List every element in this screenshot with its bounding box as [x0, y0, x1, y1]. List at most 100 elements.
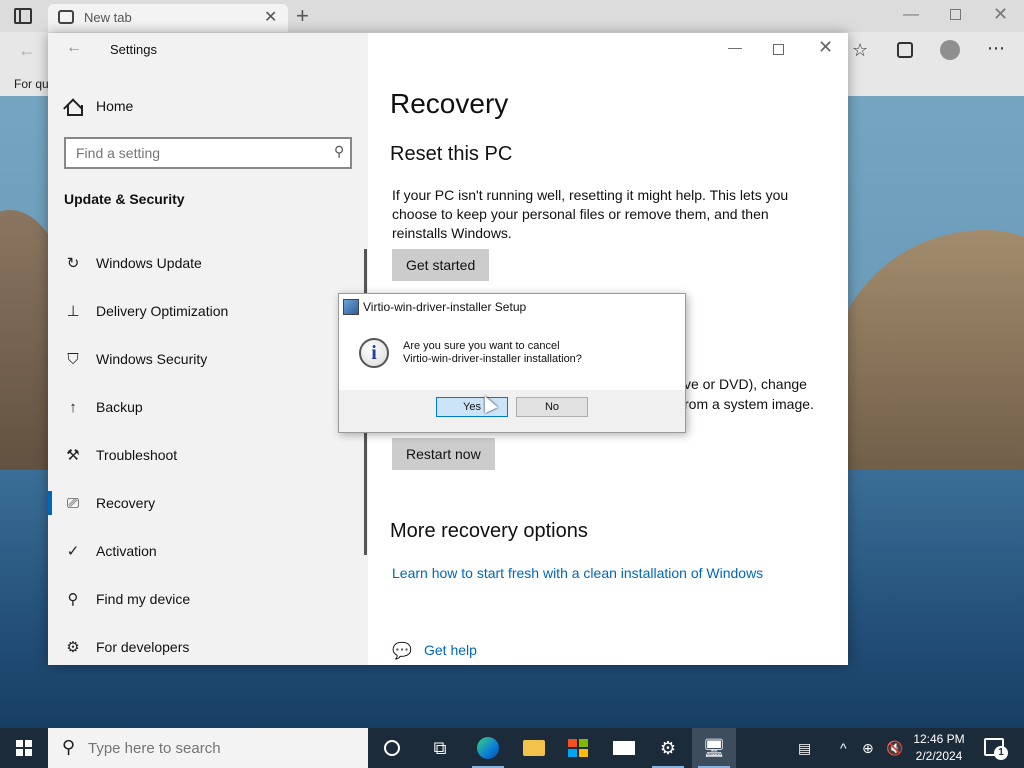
collections-icon[interactable]: [897, 42, 913, 58]
store-pane: [568, 749, 577, 757]
sidebar-item-delivery-optimization[interactable]: ⊥ Delivery Optimization: [48, 287, 368, 335]
system-clock[interactable]: 12:46 PM 2/2/2024: [908, 731, 970, 765]
dialog-titlebar: Virtio-win-driver-installer Setup: [339, 294, 685, 320]
sidebar-item-find-my-device[interactable]: ⚲ Find my device: [48, 575, 368, 623]
browser-minimize-icon[interactable]: —: [903, 6, 919, 24]
settings-minimize-icon[interactable]: —: [728, 39, 742, 55]
edge-icon: [477, 737, 499, 759]
taskbar-installer[interactable]: 🖥: [692, 728, 736, 768]
news-widget-icon[interactable]: ▤: [798, 728, 811, 768]
get-started-button[interactable]: Get started: [392, 249, 490, 281]
folder-icon: [523, 740, 545, 756]
store-pane: [579, 749, 588, 757]
check-circle-icon: ✓: [66, 543, 80, 560]
sidebar-item-label: Activation: [96, 543, 157, 559]
windows-logo-pane: [16, 740, 23, 747]
back-arrow-icon[interactable]: ←: [66, 39, 82, 57]
show-hidden-icons-chevron-icon[interactable]: ^: [840, 728, 847, 768]
profile-avatar[interactable]: [940, 40, 960, 60]
taskbar-search-input[interactable]: [88, 736, 358, 760]
tab-page-icon: [58, 10, 74, 24]
advanced-startup-text-fragment-1: ve or DVD), change: [684, 376, 807, 392]
gear-icon: ⚙: [659, 737, 677, 758]
sidebar-item-label: Windows Security: [96, 351, 208, 367]
browser-back-icon[interactable]: ←: [18, 40, 36, 61]
sidebar-item-label: Delivery Optimization: [96, 303, 229, 319]
taskbar-mail[interactable]: [602, 728, 646, 768]
sidebar-item-windows-update[interactable]: ↻ Windows Update: [48, 239, 368, 287]
sidebar-item-label: Backup: [96, 399, 143, 415]
find-setting-input[interactable]: [66, 139, 316, 167]
task-view-button[interactable]: ⧉: [418, 728, 462, 768]
favorites-bar-text: For qu: [14, 77, 49, 91]
developer-icon: ⚙: [66, 639, 80, 656]
fresh-start-link[interactable]: Learn how to start fresh with a clean in…: [392, 565, 763, 581]
settings-close-icon[interactable]: ✕: [818, 37, 833, 58]
windows-logo-pane: [25, 740, 32, 747]
section-title: Update & Security: [64, 191, 185, 207]
volume-muted-icon[interactable]: 🔇: [886, 728, 903, 768]
sidebar-item-label: Windows Update: [96, 255, 202, 271]
clock-time: 12:46 PM: [913, 732, 965, 746]
sidebar-item-label: Troubleshoot: [96, 447, 178, 463]
favorite-star-icon[interactable]: ☆: [852, 40, 868, 61]
installer-icon: 🖥: [702, 737, 726, 758]
app-title: Settings: [110, 42, 157, 57]
get-help-icon: 💬: [392, 643, 412, 660]
sidebar-item-recovery[interactable]: ⎚ Recovery: [48, 479, 368, 527]
home-label: Home: [96, 98, 134, 114]
network-icon[interactable]: ⊕: [862, 728, 874, 768]
tab-actions-icon[interactable]: [14, 8, 32, 24]
taskbar-settings[interactable]: ⚙: [646, 728, 690, 768]
sidebar-item-for-developers[interactable]: ⚙ For developers: [48, 623, 368, 665]
restart-now-button[interactable]: Restart now: [392, 438, 495, 470]
clock-date: 2/2/2024: [915, 749, 963, 763]
taskbar-file-explorer[interactable]: [512, 728, 556, 768]
store-icon: [568, 739, 588, 757]
new-tab-icon[interactable]: +: [296, 3, 309, 29]
dialog-message-line-1: Are you sure you want to cancel: [403, 340, 560, 352]
reset-heading: Reset this PC: [390, 143, 513, 165]
settings-maximize-icon[interactable]: [773, 44, 784, 55]
reset-description: If your PC isn't running well, resetting…: [392, 187, 789, 241]
tab-close-icon[interactable]: ✕: [264, 7, 277, 27]
sidebar-nav-list: ↻ Windows Update ⊥ Delivery Optimization…: [48, 239, 368, 665]
person-pin-icon: ⚲: [67, 591, 79, 608]
find-setting-box[interactable]: ⚲: [64, 137, 352, 169]
windows-logo-pane: [25, 749, 32, 756]
taskbar: ⚲ ⧉ ⚙ 🖥 ▤ ^ ⊕ 🔇 12:46 PM 2/2/2024 1: [0, 728, 1024, 768]
wrench-icon: ⚒: [66, 447, 80, 464]
store-pane: [579, 739, 588, 747]
dialog-title: Virtio-win-driver-installer Setup: [363, 300, 527, 314]
sidebar-item-troubleshoot[interactable]: ⚒ Troubleshoot: [48, 431, 368, 479]
more-menu-icon[interactable]: ⋯: [987, 38, 1006, 59]
sidebar-item-activation[interactable]: ✓ Activation: [48, 527, 368, 575]
taskbar-edge[interactable]: [466, 728, 510, 768]
start-button[interactable]: [16, 740, 32, 756]
sidebar-item-backup[interactable]: ↑ Backup: [48, 383, 368, 431]
sidebar-item-windows-security[interactable]: ⛉ Windows Security: [48, 335, 368, 383]
tab-title: New tab: [84, 10, 132, 25]
get-help-link[interactable]: Get help: [424, 642, 477, 658]
taskbar-store[interactable]: [556, 728, 600, 768]
home-nav-item[interactable]: Home: [64, 95, 133, 117]
taskbar-search-box[interactable]: ⚲: [48, 728, 368, 768]
search-icon: ⚲: [333, 143, 344, 159]
no-button[interactable]: No: [516, 397, 588, 417]
home-icon: [64, 97, 83, 116]
more-options-heading: More recovery options: [390, 520, 588, 542]
store-pane: [568, 739, 577, 747]
advanced-startup-text-fragment-2: rom a system image.: [684, 396, 814, 412]
cortana-button[interactable]: [370, 728, 414, 768]
mail-icon: [613, 741, 635, 755]
dialog-body: i Are you sure you want to cancel Virtio…: [339, 320, 685, 390]
delivery-icon: ⊥: [66, 303, 80, 320]
dialog-message-line-2: Virtio-win-driver-installer installation…: [403, 353, 582, 365]
refresh-icon: ↻: [66, 255, 80, 272]
browser-close-icon[interactable]: ✕: [993, 4, 1008, 25]
sidebar-item-label: Recovery: [96, 495, 156, 511]
browser-tab[interactable]: New tab ✕: [48, 4, 288, 32]
sidebar-item-label: Find my device: [96, 591, 191, 607]
task-view-icon: ⧉: [433, 737, 447, 758]
browser-restore-icon[interactable]: [950, 9, 961, 20]
